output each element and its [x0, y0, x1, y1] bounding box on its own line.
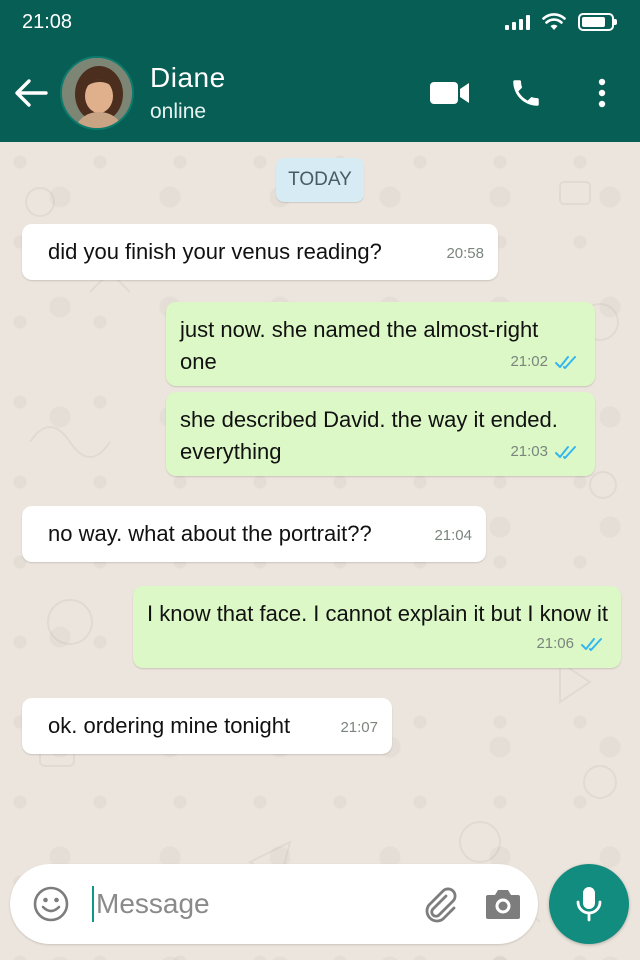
paperclip-icon [425, 887, 457, 923]
voice-message-button[interactable] [549, 864, 629, 944]
signal-icon [505, 14, 530, 30]
more-options-button[interactable] [564, 44, 640, 142]
message-time: 20:58 [446, 245, 484, 262]
message-time: 21:04 [434, 527, 472, 544]
message-composer [10, 864, 538, 944]
chat-header: Diane online [0, 44, 640, 142]
message-text: ok. ordering mine tonight [48, 713, 291, 738]
message-bubble-incoming[interactable]: did you finish your venus reading? 20:58 [22, 224, 498, 280]
contact-status: online [150, 100, 207, 123]
message-bubble-outgoing[interactable]: just now. she named the almost-right one… [166, 302, 595, 386]
message-bubble-outgoing[interactable]: I know that face. I cannot explain it bu… [133, 586, 621, 668]
message-text: no way. what about the portrait?? [48, 521, 372, 546]
message-bubble-outgoing[interactable]: she described David. the way it ended. e… [166, 392, 595, 476]
message-meta: 21:07 [340, 712, 378, 744]
emoji-button[interactable] [32, 885, 70, 923]
message-meta: 20:58 [446, 238, 484, 270]
message-line: one [180, 349, 217, 374]
message-meta: 21:03 [510, 436, 581, 468]
message-line: just now. she named the almost-right [180, 317, 539, 342]
message-bubble-incoming[interactable]: ok. ordering mine tonight 21:07 [22, 698, 392, 754]
message-time: 21:07 [340, 719, 378, 736]
camera-button[interactable] [484, 886, 522, 922]
date-separator: TODAY [276, 158, 364, 202]
message-bubble-incoming[interactable]: no way. what about the portrait?? 21:04 [22, 506, 486, 562]
message-text: she described David. the way it ended. e… [180, 404, 558, 468]
message-text: just now. she named the almost-right one [180, 314, 538, 378]
status-bar: 21:08 [0, 0, 640, 44]
more-options-icon [598, 78, 606, 108]
avatar[interactable] [60, 56, 134, 130]
contact-info[interactable]: Diane online [150, 62, 412, 124]
battery-icon [578, 13, 617, 31]
status-time: 21:08 [22, 10, 73, 33]
camera-icon [486, 890, 520, 919]
message-text: I know that face. I cannot explain it bu… [147, 601, 609, 626]
message-meta: 21:06 [536, 628, 607, 660]
read-receipt-icon [555, 446, 576, 459]
message-time: 21:03 [510, 443, 548, 460]
phone-icon [513, 80, 539, 106]
read-receipt-icon [581, 638, 602, 651]
header-actions [412, 44, 640, 142]
voice-call-button[interactable] [488, 44, 564, 142]
emoji-icon [33, 886, 69, 922]
back-button[interactable] [0, 44, 62, 142]
message-meta: 21:02 [510, 346, 581, 378]
video-call-icon [430, 82, 469, 104]
attach-button[interactable] [420, 884, 460, 924]
text-cursor [92, 886, 94, 922]
message-line: she described David. the way it ended. [180, 407, 558, 432]
back-arrow-icon [15, 79, 48, 107]
message-text: did you finish your venus reading? [48, 239, 382, 264]
contact-photo [62, 58, 132, 128]
message-input[interactable] [96, 882, 406, 926]
video-call-button[interactable] [412, 44, 488, 142]
message-meta: 21:04 [434, 520, 472, 552]
wifi-icon [542, 13, 566, 30]
message-line: everything [180, 439, 282, 464]
message-time: 21:06 [536, 635, 574, 652]
read-receipt-icon [555, 356, 576, 369]
status-icons [505, 13, 617, 31]
message-time: 21:02 [510, 353, 548, 370]
microphone-icon [576, 887, 602, 922]
contact-name: Diane [150, 62, 226, 93]
